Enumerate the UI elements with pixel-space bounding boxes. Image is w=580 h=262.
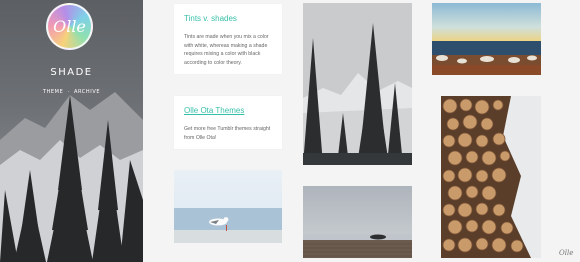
corner-logo-mark[interactable]: Olle (559, 249, 573, 259)
logo-text: Olle (53, 17, 86, 36)
nav-separator: · (67, 89, 70, 95)
log-pile-photo-icon (441, 96, 541, 258)
logo[interactable]: Olle (46, 3, 93, 50)
nav-archive-link[interactable]: ARCHIVE (74, 89, 100, 95)
sidebar-nav: THEME · ARCHIVE (0, 89, 143, 95)
post-title[interactable]: Olle Ota Themes (184, 106, 272, 115)
post-body: Get more free Tumblr themes straight fro… (184, 126, 271, 141)
sunset-sea-photo-icon (432, 3, 541, 75)
post-title[interactable]: Tints v. shades (184, 14, 272, 23)
pier-fog-photo-icon (303, 186, 412, 258)
text-post-tints: Tints v. shades Tints are made when you … (174, 4, 282, 74)
snowy-forest-photo-icon (303, 3, 412, 165)
sidebar: Olle SHADE THEME · ARCHIVE (0, 0, 143, 262)
photo-post-seagull[interactable] (174, 170, 282, 243)
photo-post-log-pile[interactable] (432, 96, 541, 258)
post-body: Tints are made when you mix a color with… (184, 34, 269, 66)
photo-post-snowy-forest[interactable] (303, 3, 412, 165)
nav-theme-link[interactable]: THEME (43, 89, 63, 95)
photo-post-foggy-pier[interactable] (303, 186, 412, 258)
text-post-olle-ota-themes: Olle Ota Themes Get more free Tumblr the… (174, 96, 282, 149)
site-title[interactable]: SHADE (0, 67, 143, 78)
photo-post-sunset-sea[interactable] (432, 3, 541, 75)
seagull-photo-icon (174, 170, 282, 243)
